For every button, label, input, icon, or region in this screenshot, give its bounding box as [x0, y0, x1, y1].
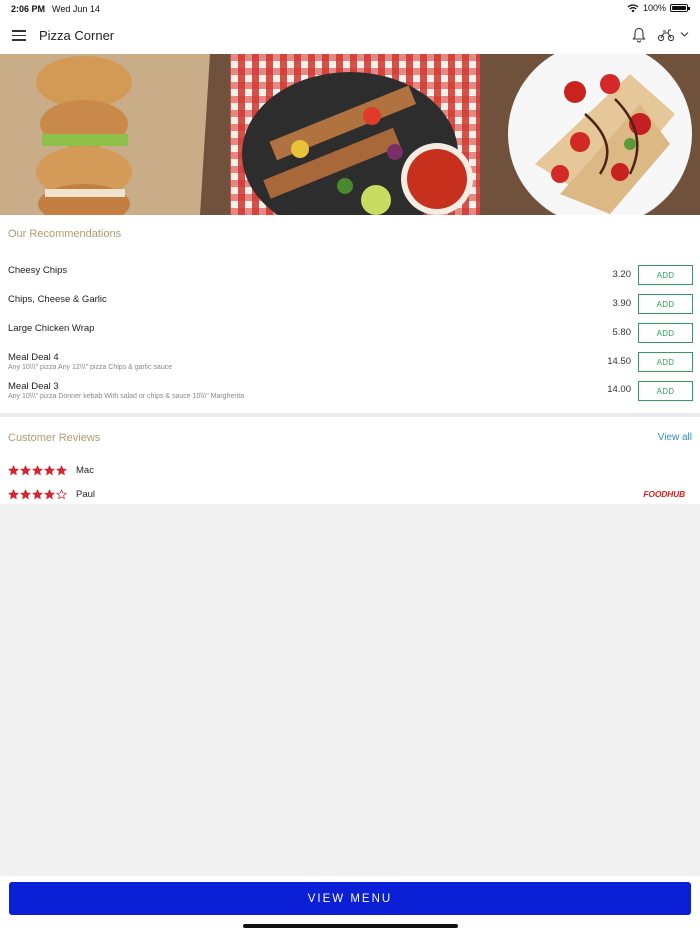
- menu-item-row: Chips, Cheese & Garlic 3.90 ADD: [0, 294, 700, 322]
- home-indicator: [243, 924, 458, 928]
- view-menu-button[interactable]: VIEW MENU: [9, 882, 691, 915]
- star-filled-icon: [20, 488, 31, 499]
- star-filled-icon: [8, 488, 19, 499]
- star-filled-icon: [8, 464, 19, 475]
- item-name: Large Chicken Wrap: [8, 323, 95, 334]
- star-empty-icon: [56, 488, 67, 499]
- add-button[interactable]: ADD: [638, 265, 693, 285]
- menu-item-row: Large Chicken Wrap 5.80 ADD: [0, 323, 700, 351]
- item-price: 14.50: [607, 356, 631, 367]
- reviews-title: Customer Reviews: [8, 432, 101, 444]
- item-name: Chips, Cheese & Garlic: [8, 294, 107, 305]
- chevron-down-icon[interactable]: [680, 31, 689, 38]
- battery-percent: 100%: [642, 3, 666, 13]
- star-rating: [8, 464, 67, 476]
- reviews-section: Customer Reviews View all Mac Paul FOODH…: [0, 417, 700, 504]
- hero-food-banner: [0, 54, 700, 215]
- item-price: 3.90: [612, 298, 632, 309]
- recommendations-title: Our Recommendations: [8, 228, 122, 240]
- bottom-bar: VIEW MENU: [0, 876, 700, 934]
- item-description: Any 10\\\" pizza Donner kebab With salad…: [8, 393, 245, 400]
- star-filled-icon: [44, 488, 55, 499]
- menu-item-row: Cheesy Chips 3.20 ADD: [0, 265, 700, 293]
- page-title: Pizza Corner: [39, 28, 115, 43]
- item-name: Meal Deal 3: [8, 381, 59, 392]
- menu-icon[interactable]: [12, 30, 26, 41]
- star-filled-icon: [44, 464, 55, 475]
- add-button[interactable]: ADD: [638, 381, 693, 401]
- reviewer-name: Paul: [76, 488, 96, 500]
- review-row: Mac: [8, 463, 94, 477]
- menu-item-row: Meal Deal 3 Any 10\\\" pizza Donner keba…: [0, 381, 700, 409]
- foodhub-logo: FOODHUB: [643, 489, 685, 499]
- item-price: 5.80: [612, 327, 632, 338]
- item-description: Any 10\\\" pizza Any 12\\\" pizza Chips …: [8, 364, 173, 371]
- view-all-link[interactable]: View all: [658, 432, 692, 443]
- battery-icon: [670, 4, 690, 12]
- add-button[interactable]: ADD: [638, 294, 693, 314]
- app-header: Pizza Corner: [0, 18, 700, 54]
- add-button[interactable]: ADD: [638, 352, 693, 372]
- star-filled-icon: [20, 464, 31, 475]
- item-name: Cheesy Chips: [8, 265, 68, 276]
- reviewer-name: Mac: [76, 464, 94, 476]
- bell-icon[interactable]: [632, 27, 646, 43]
- scooter-icon[interactable]: [657, 28, 675, 42]
- status-bar: 2:06 PM Wed Jun 14 100%: [0, 0, 700, 18]
- wifi-icon: [627, 3, 639, 12]
- recommendations-section: Our Recommendations Cheesy Chips 3.20 AD…: [0, 215, 700, 413]
- status-indicators: 100%: [627, 3, 690, 13]
- review-row: Paul: [8, 487, 95, 501]
- star-filled-icon: [32, 488, 43, 499]
- add-button[interactable]: ADD: [638, 323, 693, 343]
- star-filled-icon: [56, 464, 67, 475]
- star-filled-icon: [32, 464, 43, 475]
- star-rating: [8, 488, 67, 500]
- item-price: 3.20: [612, 269, 632, 280]
- status-time: 2:06 PM: [11, 4, 46, 14]
- item-price: 14.00: [607, 384, 631, 395]
- menu-item-row: Meal Deal 4 Any 10\\\" pizza Any 12\\\" …: [0, 352, 700, 380]
- status-date: Wed Jun 14: [52, 4, 100, 14]
- item-name: Meal Deal 4: [8, 352, 59, 363]
